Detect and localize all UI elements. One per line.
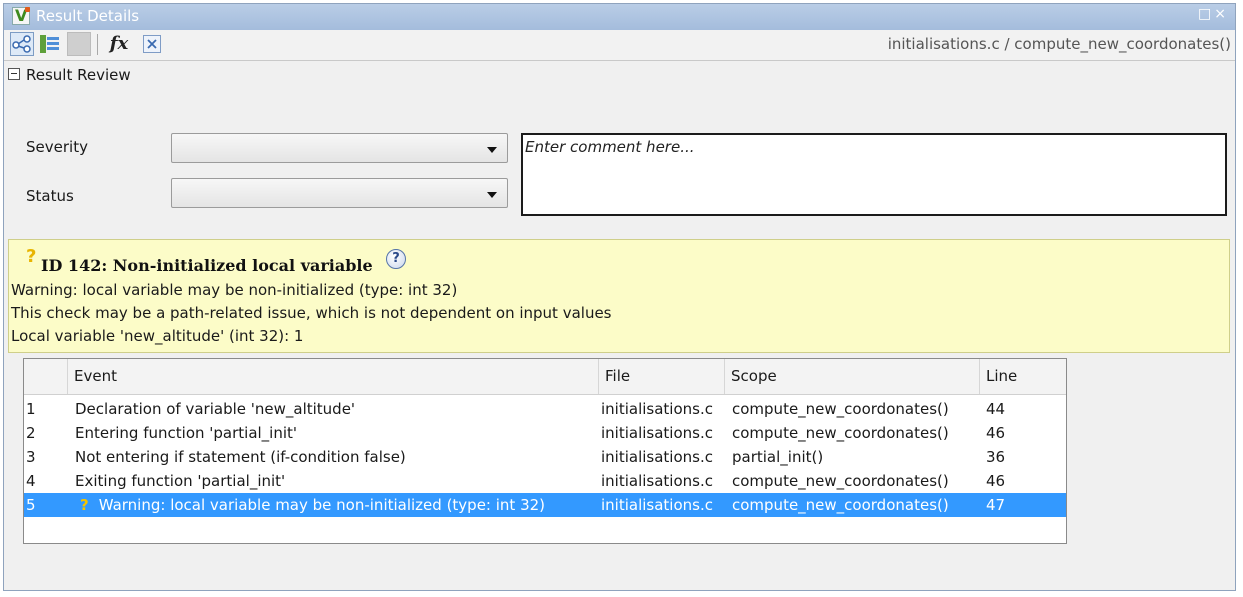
- toolbar: fx initialisations.c / compute_new_coord…: [4, 30, 1235, 61]
- table-row[interactable]: 4 Exiting function 'partial_init' initia…: [24, 469, 1066, 493]
- result-review-label: Result Review: [26, 66, 131, 84]
- result-title: ID 142: Non-initialized local variable: [41, 256, 373, 275]
- scope-text: partial_init(): [732, 448, 824, 466]
- column-header-event[interactable]: Event: [68, 359, 599, 394]
- line-text: 44: [986, 400, 1006, 418]
- window-title: Result Details: [36, 7, 140, 25]
- result-summary-panel: ? ID 142: Non-initialized local variable…: [8, 239, 1230, 353]
- comment-placeholder: Enter comment here...: [525, 138, 695, 156]
- scope-text: compute_new_coordonates(): [732, 472, 949, 490]
- line-text: 47: [986, 496, 1006, 514]
- severity-dropdown[interactable]: [171, 133, 508, 163]
- result-message: This check may be a path-related issue, …: [11, 304, 612, 322]
- comment-textarea[interactable]: Enter comment here...: [521, 133, 1227, 216]
- row-number: 5: [26, 496, 36, 514]
- column-header-file[interactable]: File: [599, 359, 725, 394]
- toolbar-separator: [97, 34, 98, 55]
- result-details-window: V Result Details □× fx initialisations.c…: [3, 3, 1236, 591]
- result-review-header[interactable]: Result Review: [8, 66, 131, 84]
- file-text: initialisations.c: [601, 448, 713, 466]
- help-icon[interactable]: ?: [386, 249, 406, 269]
- table-row-selected[interactable]: 5 ? Warning: local variable may be non-in…: [24, 493, 1066, 517]
- row-number: 1: [26, 400, 36, 418]
- scope-text: compute_new_coordonates(): [732, 496, 949, 514]
- variable-icon[interactable]: [143, 35, 161, 53]
- warning-question-icon: ?: [80, 496, 89, 514]
- event-text: ? Warning: local variable may be non-init…: [80, 493, 545, 517]
- file-text: initialisations.c: [601, 472, 713, 490]
- column-header-index[interactable]: [24, 359, 68, 394]
- file-text: initialisations.c: [601, 400, 713, 418]
- status-label: Status: [26, 187, 74, 205]
- window-controls[interactable]: □×: [1198, 6, 1229, 22]
- event-text: Entering function 'partial_init': [75, 424, 298, 442]
- disabled-icon[interactable]: [67, 32, 91, 56]
- table-row[interactable]: 3 Not entering if statement (if-conditio…: [24, 445, 1066, 469]
- chevron-down-icon: [487, 192, 497, 198]
- fx-icon[interactable]: fx: [104, 32, 134, 56]
- line-text: 46: [986, 472, 1006, 490]
- row-number: 4: [26, 472, 36, 490]
- list-view-icon[interactable]: [38, 32, 62, 56]
- event-text-value: Warning: local variable may be non-initi…: [98, 496, 546, 514]
- event-text: Exiting function 'partial_init': [75, 472, 286, 490]
- result-message: Warning: local variable may be non-initi…: [11, 281, 458, 299]
- file-text: initialisations.c: [601, 496, 713, 514]
- scope-text: compute_new_coordonates(): [732, 424, 949, 442]
- column-header-scope[interactable]: Scope: [725, 359, 980, 394]
- column-header-line[interactable]: Line: [980, 359, 1066, 394]
- row-number: 2: [26, 424, 36, 442]
- table-row[interactable]: 1 Declaration of variable 'new_altitude'…: [24, 397, 1066, 421]
- title-bar: V Result Details □×: [4, 4, 1235, 31]
- chevron-down-icon: [487, 147, 497, 153]
- table-header: Event File Scope Line: [24, 359, 1066, 395]
- file-text: initialisations.c: [601, 424, 713, 442]
- row-number: 3: [26, 448, 36, 466]
- polyspace-v-icon: V: [12, 6, 30, 25]
- line-text: 46: [986, 424, 1006, 442]
- event-graph-icon[interactable]: [10, 32, 34, 56]
- event-text: Not entering if statement (if-condition …: [75, 448, 406, 466]
- status-dropdown[interactable]: [171, 178, 508, 208]
- breadcrumb: initialisations.c / compute_new_coordona…: [887, 35, 1231, 53]
- event-text: Declaration of variable 'new_altitude': [75, 400, 356, 418]
- scope-text: compute_new_coordonates(): [732, 400, 949, 418]
- event-table: Event File Scope Line 1 Declaration of v…: [23, 358, 1067, 544]
- table-row[interactable]: 2 Entering function 'partial_init' initi…: [24, 421, 1066, 445]
- orange-check-icon: ?: [26, 246, 37, 267]
- collapse-icon[interactable]: [8, 68, 20, 80]
- severity-label: Severity: [26, 138, 88, 156]
- line-text: 36: [986, 448, 1006, 466]
- result-message: Local variable 'new_altitude' (int 32): …: [11, 327, 304, 345]
